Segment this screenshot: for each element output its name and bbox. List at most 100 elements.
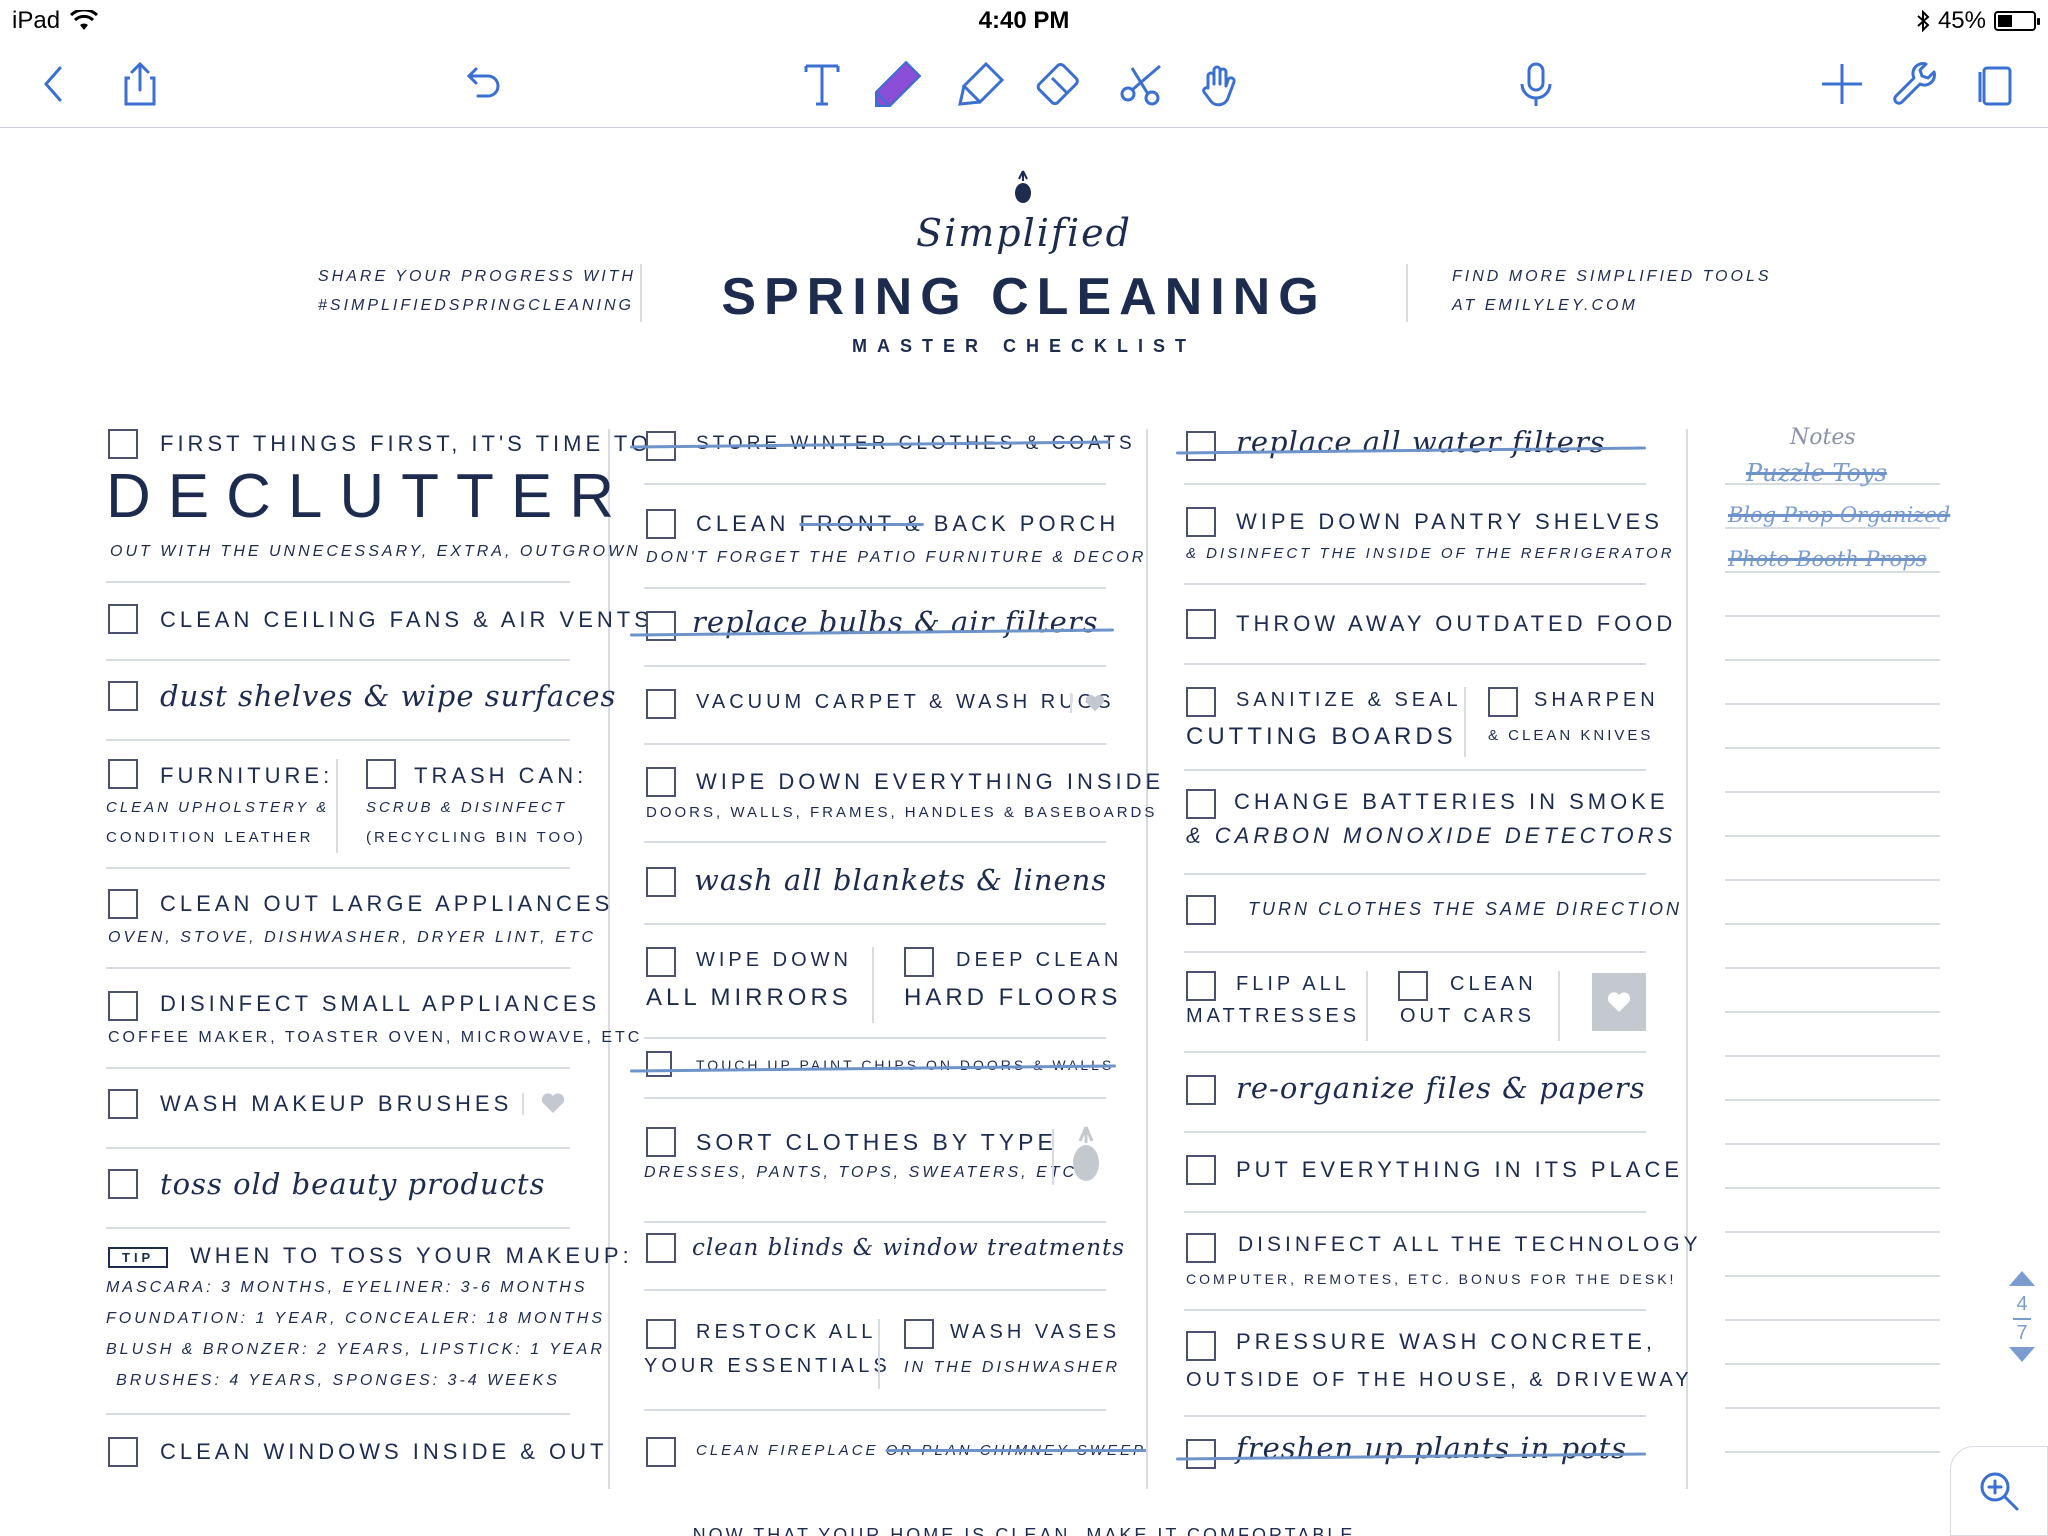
- undo-icon[interactable]: [452, 54, 512, 114]
- checkbox-everything-place[interactable]: [1186, 1155, 1216, 1185]
- task-trash-can: TRASH CAN:: [414, 763, 588, 788]
- eraser-tool-icon[interactable]: [1032, 54, 1092, 114]
- task-wipe-inside: WIPE DOWN EVERYTHING INSIDE: [696, 769, 1165, 794]
- checkbox-declutter[interactable]: [108, 429, 138, 459]
- checkbox-dust-shelves[interactable]: [108, 681, 138, 711]
- task-restock-line2: YOUR ESSENTIALS: [644, 1355, 891, 1377]
- row-separator: [106, 1067, 570, 1069]
- task-porch-sub: DON'T FORGET THE PATIO FURNITURE & DECOR: [646, 549, 1147, 566]
- task-makeup-brushes: WASH MAKEUP BRUSHES: [160, 1091, 513, 1116]
- row-separator: [644, 743, 1106, 745]
- wrench-icon[interactable]: [1886, 54, 1946, 114]
- task-clothes-direction: TURN CLOTHES THE SAME DIRECTION: [1248, 899, 1683, 919]
- task-porch: CLEAN FRONT & BACK PORCH: [696, 511, 1119, 537]
- row-separator: [1184, 951, 1646, 953]
- checkbox-mattresses[interactable]: [1186, 971, 1216, 1001]
- checkbox-beauty-products[interactable]: [108, 1169, 138, 1199]
- heart-icon: [541, 1093, 565, 1113]
- toolbar: [0, 42, 2048, 128]
- checkbox-clothes-direction[interactable]: [1186, 895, 1216, 925]
- task-large-appliances-sub: OVEN, STOVE, DISHWASHER, DRYER LINT, ETC: [108, 929, 597, 946]
- page-up-icon[interactable]: [2007, 1268, 2037, 1288]
- cell-divider: [522, 1093, 524, 1115]
- note-entry-1[interactable]: Puzzle Toys: [1746, 459, 1887, 487]
- checkbox-sort-clothes[interactable]: [646, 1127, 676, 1157]
- notes-line: [1725, 571, 1940, 573]
- checkbox-porch[interactable]: [646, 509, 676, 539]
- checkbox-bulbs[interactable]: [646, 611, 676, 641]
- checkbox-cars[interactable]: [1398, 971, 1428, 1001]
- row-separator: [1184, 873, 1646, 875]
- checkbox-mirrors[interactable]: [646, 947, 676, 977]
- note-entry-3[interactable]: Photo Booth Props: [1728, 547, 1926, 571]
- checkbox-fireplace[interactable]: [646, 1437, 676, 1467]
- notes-title: Notes: [1790, 425, 1856, 450]
- notes-line: [1725, 1143, 1940, 1145]
- checkbox-paint-chips[interactable]: [646, 1051, 672, 1077]
- checkbox-ceiling-fans[interactable]: [108, 604, 138, 634]
- checkbox-wipe-inside[interactable]: [646, 767, 676, 797]
- checkbox-makeup-brushes[interactable]: [108, 1089, 138, 1119]
- declutter-heading: DECLUTTER: [106, 462, 632, 531]
- checkbox-cutting-boards[interactable]: [1186, 687, 1216, 717]
- notes-line: [1725, 1363, 1940, 1365]
- text-tool-icon[interactable]: [792, 54, 852, 114]
- checkbox-pantry[interactable]: [1186, 507, 1216, 537]
- tip-badge: TIP: [108, 1247, 169, 1268]
- checkbox-files[interactable]: [1186, 1075, 1216, 1105]
- checkbox-blankets[interactable]: [646, 867, 676, 897]
- notes-line: [1725, 1275, 1940, 1277]
- task-sort-clothes-sub: DRESSES, PANTS, TOPS, SWEATERS, ETC: [644, 1164, 1078, 1181]
- row-separator: [1184, 769, 1646, 771]
- zoom-button[interactable]: [1950, 1446, 2048, 1536]
- page-down-icon[interactable]: [2007, 1345, 2037, 1365]
- checkbox-water-filters[interactable]: [1186, 431, 1216, 461]
- checkbox-technology[interactable]: [1186, 1233, 1216, 1263]
- heart-icon: [1607, 992, 1631, 1012]
- row-separator: [106, 659, 570, 661]
- tip-line-3: BLUSH & BRONZER: 2 YEARS, LIPSTICK: 1 YE…: [106, 1341, 605, 1358]
- cell-divider: [1558, 971, 1560, 1041]
- pineapple-logo-icon: [1015, 170, 1031, 203]
- checkbox-smoke-detectors[interactable]: [1186, 789, 1216, 819]
- checkbox-windows[interactable]: [108, 1437, 138, 1467]
- back-icon[interactable]: [24, 54, 84, 114]
- task-plants: freshen up plants in pots: [1236, 1431, 1628, 1465]
- pencil-tool-icon[interactable]: [868, 54, 928, 114]
- checkbox-vases[interactable]: [904, 1319, 934, 1349]
- task-blinds: clean blinds & window treatments: [692, 1235, 1126, 1261]
- checkbox-small-appliances[interactable]: [108, 991, 138, 1021]
- task-floors-line1: DEEP CLEAN: [956, 949, 1123, 971]
- lasso-scissors-icon[interactable]: [1112, 54, 1172, 114]
- notes-line: [1725, 923, 1940, 925]
- share-icon[interactable]: [110, 54, 170, 114]
- checkbox-restock[interactable]: [646, 1319, 676, 1349]
- checkbox-outdated-food[interactable]: [1186, 609, 1216, 639]
- page-view-icon[interactable]: [1966, 54, 2026, 114]
- checkbox-knives[interactable]: [1488, 687, 1518, 717]
- add-page-icon[interactable]: [1812, 54, 1872, 114]
- microphone-icon[interactable]: [1506, 54, 1566, 114]
- document-page[interactable]: SHARE YOUR PROGRESS WITH #SIMPLIFIEDSPRI…: [0, 129, 2048, 1536]
- note-entry-2[interactable]: Blog Prop Organized: [1728, 503, 1950, 527]
- checkbox-hard-floors[interactable]: [904, 947, 934, 977]
- task-vacuum: VACUUM CARPET & WASH RUGS: [696, 691, 1115, 713]
- checkbox-plants[interactable]: [1186, 1439, 1216, 1469]
- task-outdated-food: THROW AWAY OUTDATED FOOD: [1236, 611, 1677, 636]
- row-separator: [106, 581, 570, 583]
- column-divider-2: [1146, 429, 1148, 1489]
- highlighter-tool-icon[interactable]: [952, 54, 1012, 114]
- battery-icon: [1994, 11, 2040, 31]
- checkbox-trash-can[interactable]: [366, 759, 396, 789]
- checkbox-blinds[interactable]: [646, 1233, 676, 1263]
- cell-divider: [872, 947, 874, 1023]
- current-page: 4: [2016, 1293, 2028, 1315]
- task-pantry-sub: & DISINFECT THE INSIDE OF THE REFRIGERAT…: [1186, 545, 1675, 562]
- row-separator: [106, 867, 570, 869]
- checkbox-furniture[interactable]: [108, 759, 138, 789]
- row-separator: [1184, 663, 1646, 665]
- checkbox-vacuum[interactable]: [646, 689, 676, 719]
- checkbox-pressure-wash[interactable]: [1186, 1331, 1216, 1361]
- hand-tool-icon[interactable]: [1190, 54, 1250, 114]
- checkbox-large-appliances[interactable]: [108, 889, 138, 919]
